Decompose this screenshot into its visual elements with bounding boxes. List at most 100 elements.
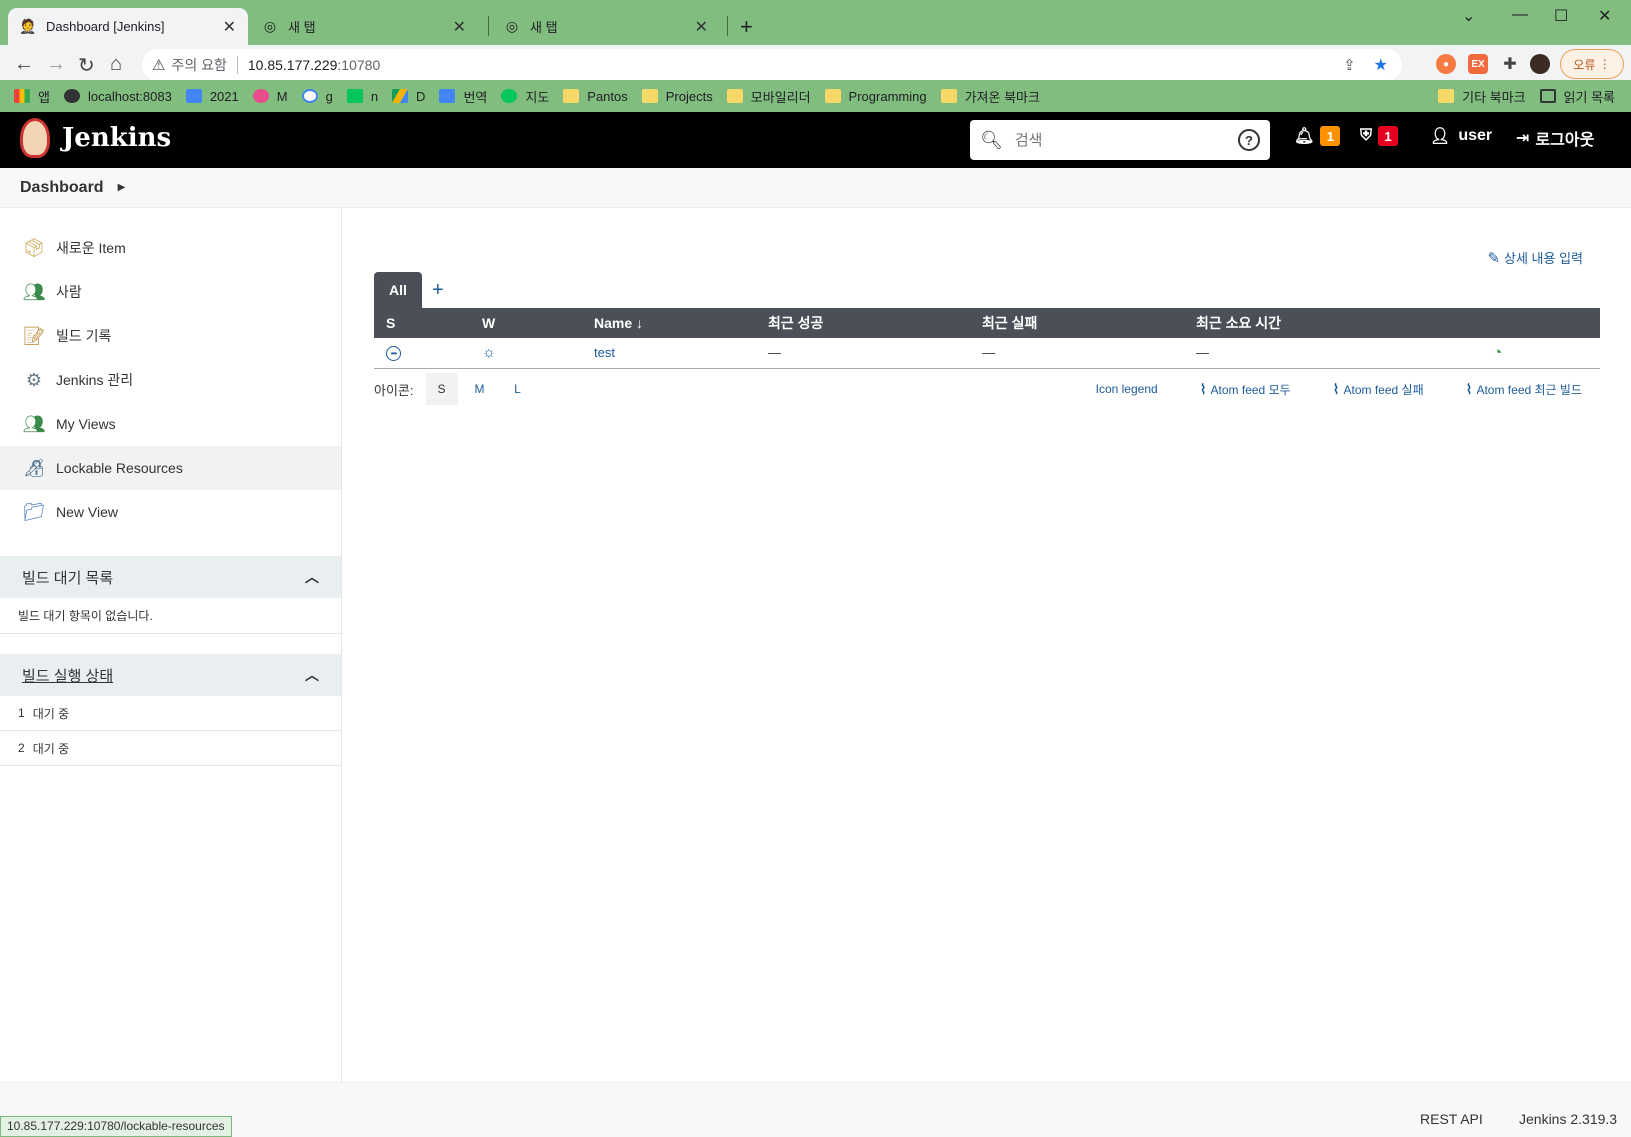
notifications-button[interactable]: 🔔︎ 1 <box>1294 126 1341 146</box>
bookmark-other[interactable]: 기타 북마크 <box>1438 87 1526 106</box>
jenkins-version-link[interactable]: Jenkins 2.319.3 <box>1519 1111 1617 1127</box>
extension-ex-icon[interactable]: EX <box>1468 54 1488 74</box>
column-name[interactable]: Name ↓ <box>582 308 756 338</box>
close-tab-icon[interactable]: ✕ <box>223 17 236 37</box>
sidebar-item-label: My Views <box>56 416 116 432</box>
omnibox[interactable]: ⚠ 주의 요함 10.85.177.229:10780 ⇪ ★ <box>142 49 1402 81</box>
close-tab-icon[interactable]: ✕ <box>695 17 708 37</box>
bookmark-2021[interactable]: 2021 <box>185 89 239 104</box>
bookmark-localhost[interactable]: localhost:8083 <box>63 89 172 104</box>
edit-description-link[interactable]: ✎ 상세 내용 입력 <box>1487 248 1583 267</box>
column-last-duration[interactable]: 최근 소요 시간 <box>1184 308 1470 338</box>
icon-legend-link[interactable]: Icon legend <box>1096 382 1158 396</box>
bookmark-d[interactable]: D <box>392 89 425 104</box>
jenkins-logo[interactable]: Jenkins <box>20 118 171 158</box>
reading-list[interactable]: 읽기 목록 <box>1539 87 1615 106</box>
rss-icon: ⌇ <box>1465 380 1473 397</box>
feed-links: Icon legend ⌇ Atom feed 모두 ⌇ Atom feed 실패 … <box>1054 381 1582 398</box>
rest-api-link[interactable]: REST API <box>1420 1111 1483 1127</box>
docs-icon <box>185 89 202 103</box>
bookmark-imported[interactable]: 가져온 북마크 <box>940 87 1040 106</box>
share-icon[interactable]: ⇪ <box>1343 56 1356 74</box>
sidebar-item-new-item[interactable]: 📦︎ 새로운 Item <box>0 226 341 270</box>
user-name: user <box>1458 127 1493 144</box>
people-icon: 👥︎ <box>22 413 46 434</box>
search-input[interactable] <box>1014 131 1235 149</box>
column-last-success[interactable]: 최근 성공 <box>756 308 970 338</box>
bookmark-map[interactable]: 지도 <box>501 87 549 106</box>
new-tab-icon[interactable]: + <box>740 14 753 40</box>
brand-name: Jenkins <box>62 123 172 153</box>
sidebar-item-label: Jenkins 관리 <box>56 372 134 388</box>
notifications-badge: 1 <box>1320 126 1341 146</box>
atom-feed-all-link[interactable]: ⌇ Atom feed 모두 <box>1200 381 1291 398</box>
extension-icon[interactable]: ● <box>1436 54 1456 74</box>
bookmark-star-icon[interactable]: ★ <box>1374 55 1388 75</box>
icon-size-label: 아이콘: <box>374 382 414 398</box>
search-box[interactable]: 🔍︎ ? <box>970 120 1270 160</box>
sidebar-item-people[interactable]: 👥︎ 사람 <box>0 270 341 314</box>
maximize-icon[interactable]: ☐ <box>1554 6 1568 26</box>
logout-link[interactable]: ⇥ 로그아웃 <box>1516 126 1594 150</box>
forward-icon[interactable]: → <box>46 53 66 76</box>
bookmark-mobile-leader[interactable]: 모바일리더 <box>726 87 811 106</box>
bookmark-translate[interactable]: 번역 <box>439 87 487 106</box>
profile-avatar[interactable] <box>1530 54 1550 74</box>
sunny-weather-icon: ☼ <box>482 344 496 362</box>
column-status[interactable]: S <box>374 308 470 338</box>
breadcrumb-arrow-icon[interactable]: ▶ <box>118 182 126 193</box>
chrome-favicon-icon: ◎ <box>505 18 519 34</box>
sidebar-item-build-history[interactable]: 📝︎ 빌드 기록 <box>0 314 341 358</box>
warning-icon[interactable]: ⚠ <box>152 56 165 74</box>
error-button[interactable]: 오류 ⋮ <box>1560 49 1624 79</box>
table-footer: 아이콘: S M L Icon legend ⌇ Atom feed 모두 ⌇ At… <box>374 372 1600 406</box>
bookmark-m[interactable]: M <box>252 89 288 104</box>
icon-size-large[interactable]: L <box>502 373 534 405</box>
bookmark-projects[interactable]: Projects <box>641 89 713 104</box>
close-tab-icon[interactable]: ✕ <box>453 17 466 37</box>
search-icon: 🔍︎ <box>980 129 1003 150</box>
puzzle-icon[interactable]: ✚ <box>1500 54 1520 74</box>
bookmark-programming[interactable]: Programming <box>824 89 927 104</box>
schedule-build-icon[interactable]: ◔ <box>1493 344 1502 361</box>
chevron-up-icon[interactable]: ︿ <box>305 567 319 587</box>
atom-feed-failed-link[interactable]: ⌇ Atom feed 실패 <box>1333 381 1424 398</box>
close-window-icon[interactable]: ✕ <box>1598 6 1611 26</box>
column-weather[interactable]: W <box>470 308 582 338</box>
column-last-failure[interactable]: 최근 실패 <box>970 308 1184 338</box>
chevron-down-icon[interactable]: ⌄ <box>1462 6 1475 26</box>
sidebar-item-my-views[interactable]: 👥︎ My Views <box>0 402 341 446</box>
bookmark-apps[interactable]: 앱 <box>14 87 50 106</box>
bookmark-g[interactable]: g <box>301 89 333 104</box>
minimize-icon[interactable]: — <box>1512 6 1528 24</box>
sidebar-item-manage-jenkins[interactable]: ⚙ Jenkins 관리 <box>0 358 341 402</box>
chevron-up-icon[interactable]: ︿ <box>305 665 319 685</box>
bookmark-n[interactable]: n <box>346 89 378 104</box>
browser-tab-new-1[interactable]: ◎ 새 탭 ✕ <box>250 8 478 45</box>
add-view-icon[interactable]: + <box>432 272 444 308</box>
bookmark-pantos[interactable]: Pantos <box>563 89 628 104</box>
security-status[interactable]: 주의 요함 <box>171 55 226 75</box>
browser-tab-new-2[interactable]: ◎ 새 탭 ✕ <box>492 8 720 45</box>
url-text[interactable]: 10.85.177.229:10780 <box>248 57 380 73</box>
home-icon[interactable]: ⌂ <box>110 53 122 76</box>
help-icon[interactable]: ? <box>1238 129 1260 151</box>
icon-size-medium[interactable]: M <box>464 373 496 405</box>
back-icon[interactable]: ← <box>14 53 34 76</box>
breadcrumb-dashboard[interactable]: Dashboard <box>20 179 104 197</box>
build-queue-header: 빌드 대기 목록 ︿ <box>0 556 341 598</box>
sidebar-item-new-view[interactable]: 📁︎ New View <box>0 490 341 534</box>
icon-size-small[interactable]: S <box>425 373 458 405</box>
chrome-favicon-icon: ◎ <box>263 18 277 34</box>
user-link[interactable]: 👤︎ user <box>1430 126 1492 146</box>
atom-feed-latest-link[interactable]: ⌇ Atom feed 최근 빌드 <box>1466 381 1582 398</box>
executors-pane: 빌드 실행 상태 ︿ 1 대기 중 2 대기 중 <box>0 654 341 766</box>
reload-icon[interactable]: ↻ <box>78 53 95 78</box>
sidebar-item-lockable-resources[interactable]: 🔏︎ Lockable Resources <box>0 446 341 490</box>
executors-title[interactable]: 빌드 실행 상태 <box>22 665 113 686</box>
job-name-link[interactable]: test <box>582 338 756 369</box>
security-button[interactable]: ⛨ 1 <box>1360 126 1399 146</box>
browser-tab-dashboard[interactable]: 🤵 Dashboard [Jenkins] ✕ <box>8 8 248 45</box>
sidebar-item-label: 빌드 기록 <box>56 328 112 344</box>
tab-all[interactable]: All <box>374 272 422 308</box>
